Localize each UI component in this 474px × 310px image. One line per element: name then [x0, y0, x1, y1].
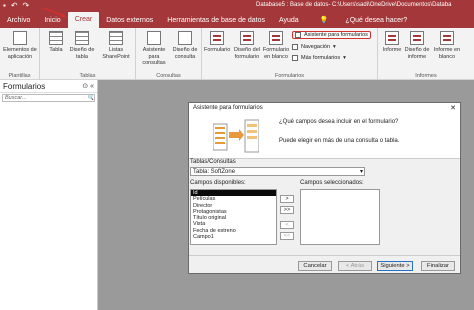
tables-queries-select[interactable]: Tabla: SoftZone ▾ [190, 167, 365, 176]
query-wizard-button[interactable]: Asistente para consultas [138, 31, 170, 67]
navigation-button[interactable]: Navegación ▾ [292, 44, 336, 50]
menu-herramientas[interactable]: Herramientas de base de datos [160, 17, 272, 24]
table-button[interactable]: Tabla [44, 31, 68, 54]
wizard-illustration-icon [213, 119, 259, 153]
blank-form-icon [269, 31, 283, 45]
menu-datos-externos[interactable]: Datos externos [99, 17, 160, 24]
blank-form-button[interactable]: Formulario en blanco [262, 31, 290, 60]
form-wizard-icon [295, 32, 301, 38]
tables-label: Tablas/Consultas [190, 159, 236, 165]
form-wizard-dialog: Asistente para formularios ✕ ¿Qué campos… [188, 102, 461, 274]
menu-crear[interactable]: Crear [67, 12, 100, 28]
chevron-down-icon: ▾ [333, 44, 336, 50]
form-icon [210, 31, 224, 45]
back-button[interactable]: < Atrás [338, 261, 372, 271]
move-all-button[interactable]: >> [280, 206, 294, 214]
report-design-icon [410, 31, 424, 45]
menu-archivo[interactable]: Archivo [0, 17, 37, 24]
move-one-button[interactable]: > [280, 195, 294, 203]
next-button[interactable]: Siguiente > [377, 261, 413, 271]
lightbulb-icon: 💡 [319, 17, 329, 24]
available-fields-label: Campos disponibles: [190, 180, 246, 186]
group-consultas: Asistente para consultas Diseño de consu… [136, 28, 202, 80]
ribbon: Elementos de aplicación Plantillas Tabla… [0, 28, 474, 80]
report-icon [385, 31, 399, 45]
chevron-down-icon: ▾ [343, 55, 346, 61]
blank-report-button[interactable]: Informe en blanco [432, 31, 462, 60]
chevron-down-icon: ▾ [359, 169, 363, 175]
menu-ayuda[interactable]: Ayuda [272, 17, 306, 24]
form-design-icon [240, 31, 254, 45]
form-design-button[interactable]: Diseño del formulario [232, 31, 262, 60]
group-informes: Informe Diseño de informe Informe en bla… [378, 28, 474, 80]
group-plantillas: Elementos de aplicación Plantillas [0, 28, 40, 80]
tell-me-search[interactable]: 💡 ¿Qué desea hacer? [306, 16, 422, 25]
dialog-header: ¿Qué campos desea incluir en el formular… [189, 114, 460, 159]
query-wizard-icon [147, 31, 161, 45]
nav-controls[interactable]: ⊙ « [82, 82, 94, 90]
table-design-button[interactable]: Diseño de tabla [68, 31, 96, 60]
document-title: Database5 : Base de datos- C:\Users\sadi… [256, 2, 452, 8]
close-icon[interactable]: ✕ [450, 103, 456, 114]
more-forms-button[interactable]: Más formularios ▾ [292, 55, 346, 61]
blank-report-icon [440, 31, 454, 45]
nav-title: Formularios [3, 81, 46, 91]
redo-icon[interactable]: ↷ [23, 1, 30, 11]
red-arrow-annotation [43, 7, 67, 18]
app-parts-button[interactable]: Elementos de aplicación [2, 31, 38, 60]
dialog-footer: Cancelar < Atrás Siguiente > Finalizar [189, 255, 460, 274]
selected-fields-list[interactable] [300, 189, 380, 245]
group-tablas: Tabla Diseño de tabla Listas SharePoint … [40, 28, 136, 80]
quick-access-toolbar: ▪ ↶ ↷ [3, 1, 29, 11]
cancel-button[interactable]: Cancelar [298, 261, 332, 271]
floppy-disk-icon[interactable]: ▪ [3, 1, 6, 11]
report-design-button[interactable]: Diseño de informe [404, 31, 430, 60]
table-design-icon [75, 31, 89, 45]
finish-button[interactable]: Finalizar [421, 261, 455, 271]
navigation-pane: Formularios ⊙ « Buscar... 🔍 [0, 80, 98, 310]
app-parts-icon [13, 31, 27, 45]
nav-search-input[interactable]: Buscar... 🔍 [2, 94, 95, 102]
query-design-icon [178, 31, 192, 45]
table-icon [49, 31, 63, 45]
tell-me-label: ¿Qué desea hacer? [345, 16, 408, 24]
query-design-button[interactable]: Diseño de consulta [170, 31, 200, 60]
undo-icon[interactable]: ↶ [11, 1, 18, 11]
report-button[interactable]: Informe [380, 31, 404, 54]
sharepoint-lists-button[interactable]: Listas SharePoint [100, 31, 132, 60]
navigation-icon [292, 44, 298, 50]
list-item[interactable]: Campo1 [191, 234, 276, 240]
remove-one-button[interactable]: < [280, 221, 294, 229]
sharepoint-icon [109, 31, 123, 45]
more-forms-icon [292, 55, 298, 61]
form-wizard-button[interactable]: Asistente para formularios [292, 31, 371, 39]
form-button[interactable]: Formulario [204, 31, 230, 54]
available-fields-list[interactable]: Id Películas Director Protagonistas Títu… [190, 189, 277, 245]
dialog-hint: Puede elegir en más de una consulta o ta… [279, 138, 400, 144]
search-icon: 🔍 [87, 95, 94, 101]
selected-fields-label: Campos seleccionados: [300, 180, 364, 186]
nav-header[interactable]: Formularios ⊙ « [0, 80, 97, 93]
dialog-title-bar: Asistente para formularios ✕ [189, 103, 460, 114]
dialog-question: ¿Qué campos desea incluir en el formular… [279, 119, 399, 125]
remove-all-button[interactable]: << [280, 232, 294, 240]
